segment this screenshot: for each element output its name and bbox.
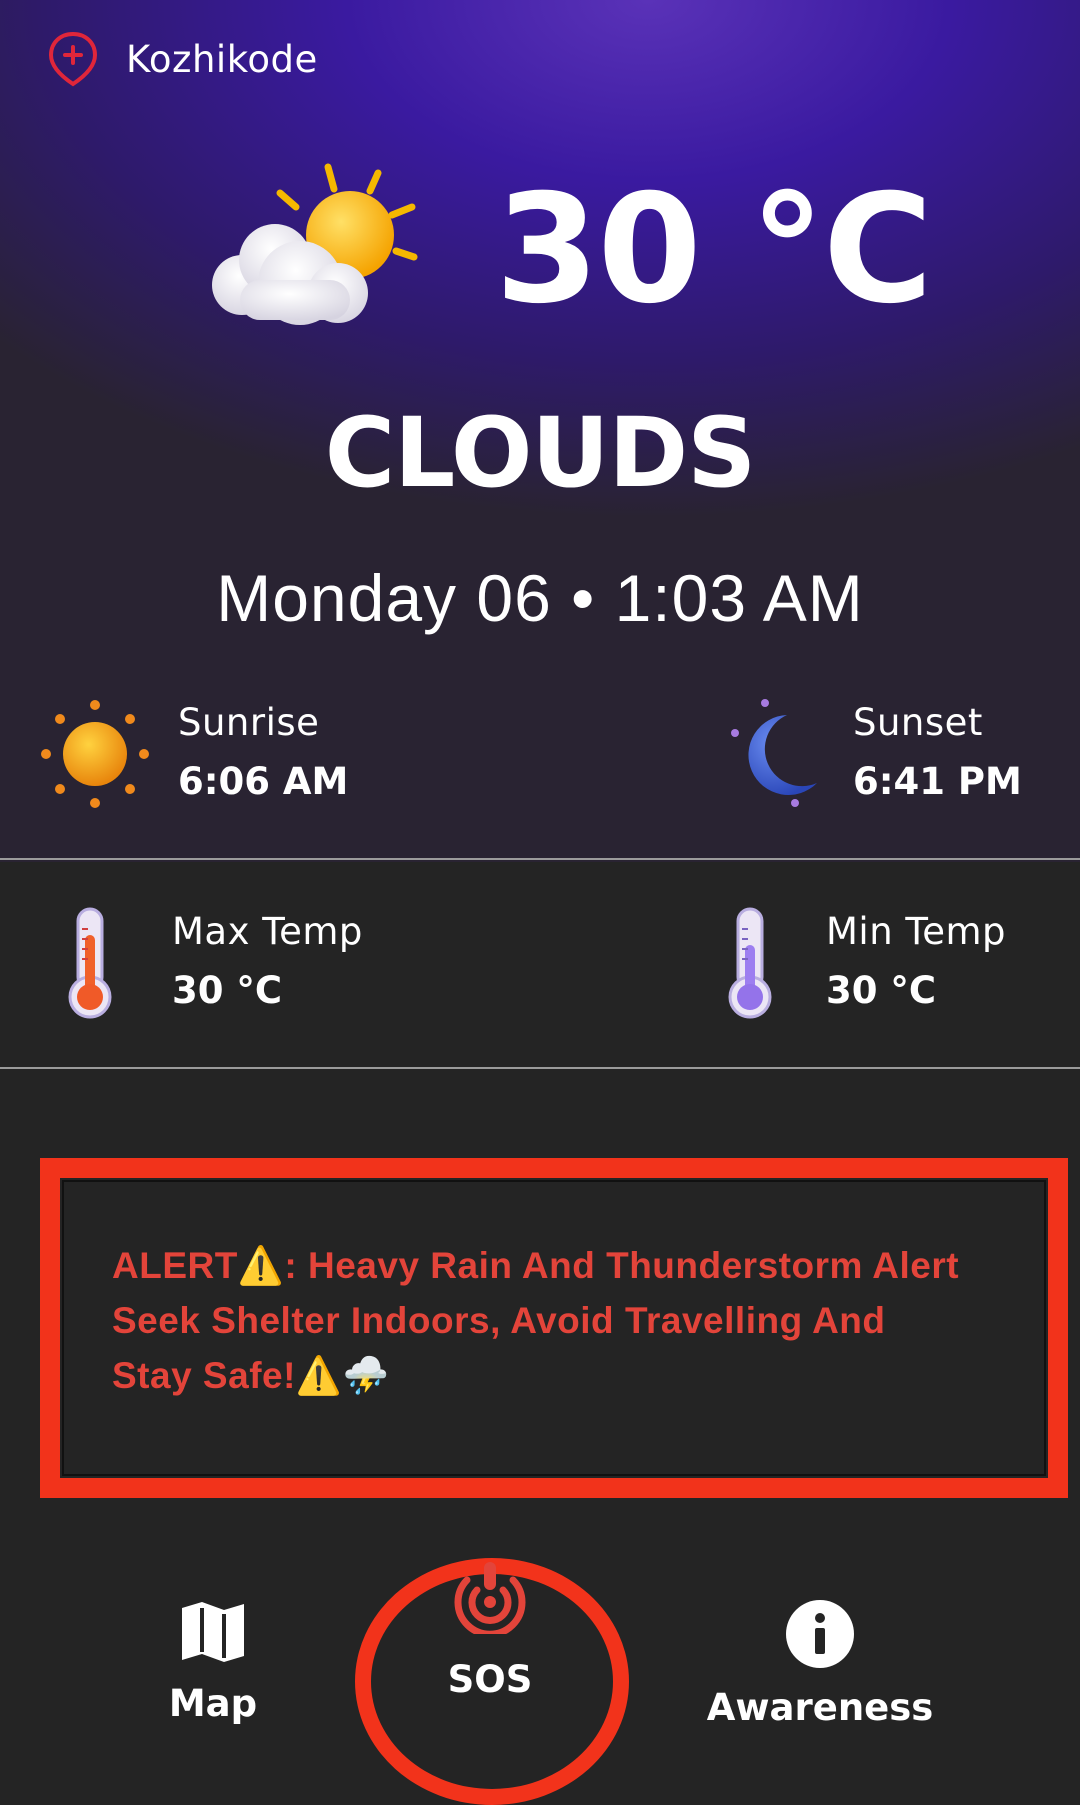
divider — [0, 858, 1080, 860]
max-temp-label: Max Temp — [172, 910, 363, 953]
sunset-time: 6:41 PM — [853, 760, 1022, 803]
sun-behind-cloud-icon — [212, 163, 418, 325]
weather-condition: CLOUDS — [324, 397, 757, 509]
min-temp-label: Min Temp — [826, 910, 1007, 953]
sunrise-label: Sunrise — [178, 701, 320, 744]
nav-map[interactable]: Map — [148, 1600, 278, 1725]
min-temp-stat: Min Temp 30 °C — [720, 905, 1006, 1021]
moon-icon — [731, 699, 817, 807]
nav-awareness[interactable]: Awareness — [680, 1600, 960, 1729]
sunrise-icon — [41, 700, 149, 808]
sunset-label: Sunset — [853, 701, 983, 744]
location-pin-icon — [48, 31, 98, 87]
nav-map-label: Map — [168, 1682, 258, 1725]
thermometer-hot-icon — [68, 907, 112, 1019]
max-temp-value: 30 °C — [172, 969, 283, 1012]
sos-signal-icon — [454, 1562, 526, 1634]
nav-sos[interactable]: SOS — [420, 1560, 560, 1701]
alert-message: ALERT⚠️: Heavy Rain And Thunderstorm Ale… — [112, 1245, 960, 1396]
map-icon — [182, 1602, 244, 1662]
sunset-stat: Sunset 6:41 PM — [725, 697, 1022, 811]
current-temperature: 30 °C — [495, 163, 933, 337]
max-temp-stat: Max Temp 30 °C — [60, 905, 363, 1021]
min-temp-value: 30 °C — [826, 969, 937, 1012]
info-icon — [786, 1600, 854, 1668]
nav-awareness-label: Awareness — [706, 1686, 934, 1729]
sunrise-stat: Sunrise 6:06 AM — [38, 697, 348, 811]
location-name: Kozhikode — [126, 37, 318, 81]
thermometer-cold-icon — [728, 907, 772, 1019]
divider — [0, 1067, 1080, 1069]
location-header[interactable]: Kozhikode — [46, 30, 318, 88]
current-datetime: Monday 06 • 1:03 AM — [216, 561, 864, 635]
nav-sos-label: SOS — [447, 1658, 533, 1701]
sunrise-time: 6:06 AM — [178, 760, 349, 803]
